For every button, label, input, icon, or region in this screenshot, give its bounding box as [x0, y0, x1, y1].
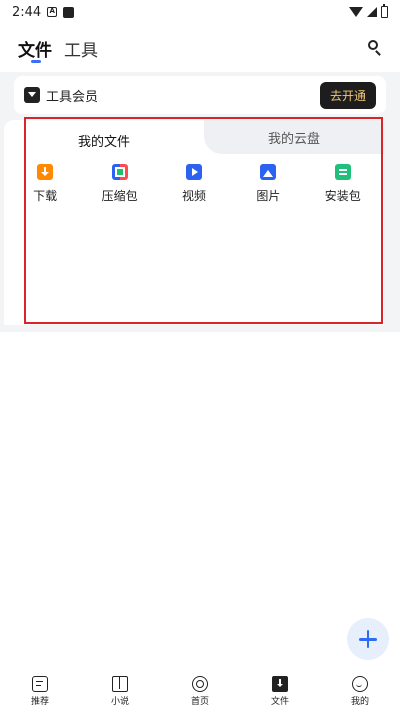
zip-icon [111, 164, 128, 180]
book-icon [112, 675, 128, 692]
category-label: 图片 [256, 189, 281, 203]
wifi-icon [349, 7, 363, 17]
nav-item-novel[interactable]: 小说 [90, 675, 150, 707]
signal-icon [367, 7, 377, 17]
nav-label: 推荐 [30, 696, 49, 707]
download-icon [37, 164, 54, 180]
image-icon [260, 164, 277, 180]
category-row: 下载 压缩包 视频 图片 安装包 [4, 164, 384, 204]
tab-my-files[interactable]: 我的文件 [4, 120, 204, 160]
video-icon [185, 164, 202, 180]
files-panel: 我的云盘 我的文件 下载 压缩包 视频 图片 安装包 [4, 120, 384, 325]
category-label: 压缩包 [101, 189, 138, 203]
category-apk[interactable]: 安装包 [308, 164, 378, 204]
profile-icon [352, 675, 368, 692]
member-badge-icon [24, 87, 40, 103]
nav-item-recommend[interactable]: 推荐 [10, 675, 70, 707]
nav-label: 文件 [270, 696, 289, 707]
category-download[interactable]: 下载 [10, 164, 80, 204]
status-bar: 2:44 A [0, 0, 400, 24]
tab-tools[interactable]: 工具 [64, 36, 98, 61]
bottom-nav: 推荐 小说 首页 文件 我的 [0, 672, 400, 710]
panel-tabs: 我的云盘 我的文件 [4, 120, 384, 160]
active-tab-indicator [31, 60, 41, 63]
category-label: 安装包 [324, 189, 361, 203]
battery-icon [381, 4, 388, 18]
recommend-icon [32, 675, 48, 692]
nav-label: 小说 [110, 696, 129, 707]
notification-square-icon [63, 6, 75, 18]
apk-icon [334, 164, 351, 180]
file-icon [272, 675, 288, 692]
status-time: 2:44 [12, 4, 42, 20]
home-icon [192, 675, 208, 692]
header-tabs: 文件 工具 [18, 36, 98, 61]
category-label: 视频 [181, 189, 206, 203]
member-label: 工具会员 [46, 89, 99, 105]
tab-files[interactable]: 文件 [18, 36, 52, 61]
category-label: 下载 [33, 189, 58, 203]
category-zip[interactable]: 压缩包 [85, 164, 155, 204]
nav-label: 首页 [190, 696, 209, 707]
member-card: 工具会员 去开通 [14, 76, 386, 114]
category-video[interactable]: 视频 [159, 164, 229, 204]
nav-label: 我的 [350, 696, 369, 707]
category-image[interactable]: 图片 [233, 164, 303, 204]
tab-my-cloud[interactable]: 我的云盘 [204, 120, 384, 154]
nav-item-profile[interactable]: 我的 [330, 675, 390, 707]
nav-item-files[interactable]: 文件 [250, 675, 310, 707]
nav-item-home[interactable]: 首页 [170, 675, 230, 707]
activate-membership-button[interactable]: 去开通 [319, 81, 376, 109]
add-button[interactable] [347, 618, 389, 660]
search-icon[interactable] [364, 36, 386, 58]
notification-a-icon: A [47, 7, 58, 17]
